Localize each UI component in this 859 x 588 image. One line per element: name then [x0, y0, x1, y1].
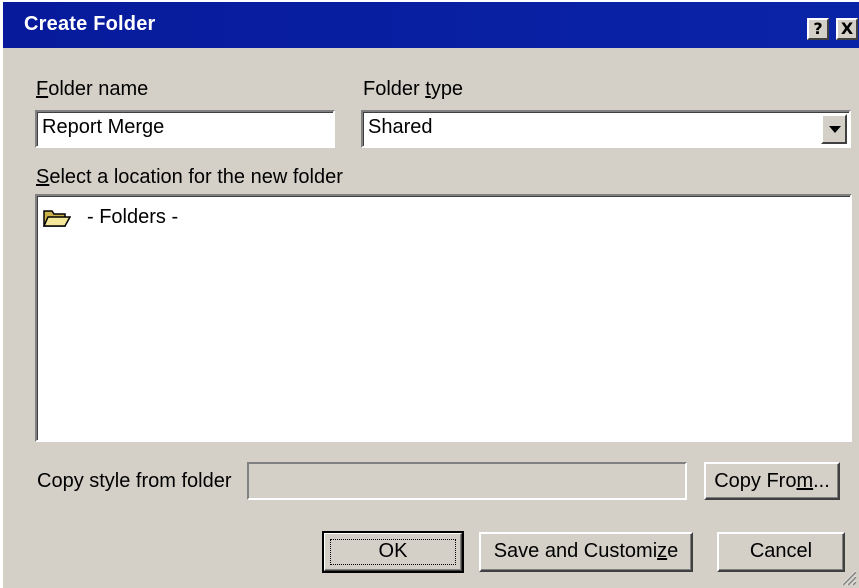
- create-folder-dialog: Create Folder ? X Folder name Report Mer…: [0, 0, 859, 588]
- tree-item-label: - Folders -: [87, 206, 179, 228]
- chevron-down-icon[interactable]: [821, 114, 847, 144]
- ok-button[interactable]: OK: [322, 531, 464, 573]
- close-button[interactable]: X: [836, 18, 858, 40]
- title-bar[interactable]: Create Folder ? X: [3, 2, 859, 48]
- copy-from-button[interactable]: Copy From...: [704, 462, 840, 500]
- folder-name-value: Report Merge: [42, 116, 165, 138]
- folder-type-value: Shared: [368, 116, 433, 138]
- help-button[interactable]: ?: [807, 18, 829, 40]
- folder-type-dropdown[interactable]: Shared: [361, 110, 851, 148]
- save-and-customize-button[interactable]: Save and Customize: [479, 532, 693, 572]
- copy-style-field: [247, 462, 687, 500]
- cancel-button[interactable]: Cancel: [717, 532, 845, 572]
- folder-name-input[interactable]: Report Merge: [35, 110, 335, 148]
- copy-style-label: Copy style from folder: [37, 470, 232, 492]
- folder-name-label: Folder name: [36, 78, 149, 100]
- open-folder-icon: [43, 210, 71, 227]
- resize-grip-icon[interactable]: [839, 568, 857, 586]
- dialog-title: Create Folder: [24, 13, 156, 35]
- location-tree[interactable]: - Folders -: [35, 194, 852, 442]
- folder-type-label: Folder type: [363, 78, 464, 100]
- location-label: Select a location for the new folder: [36, 166, 343, 188]
